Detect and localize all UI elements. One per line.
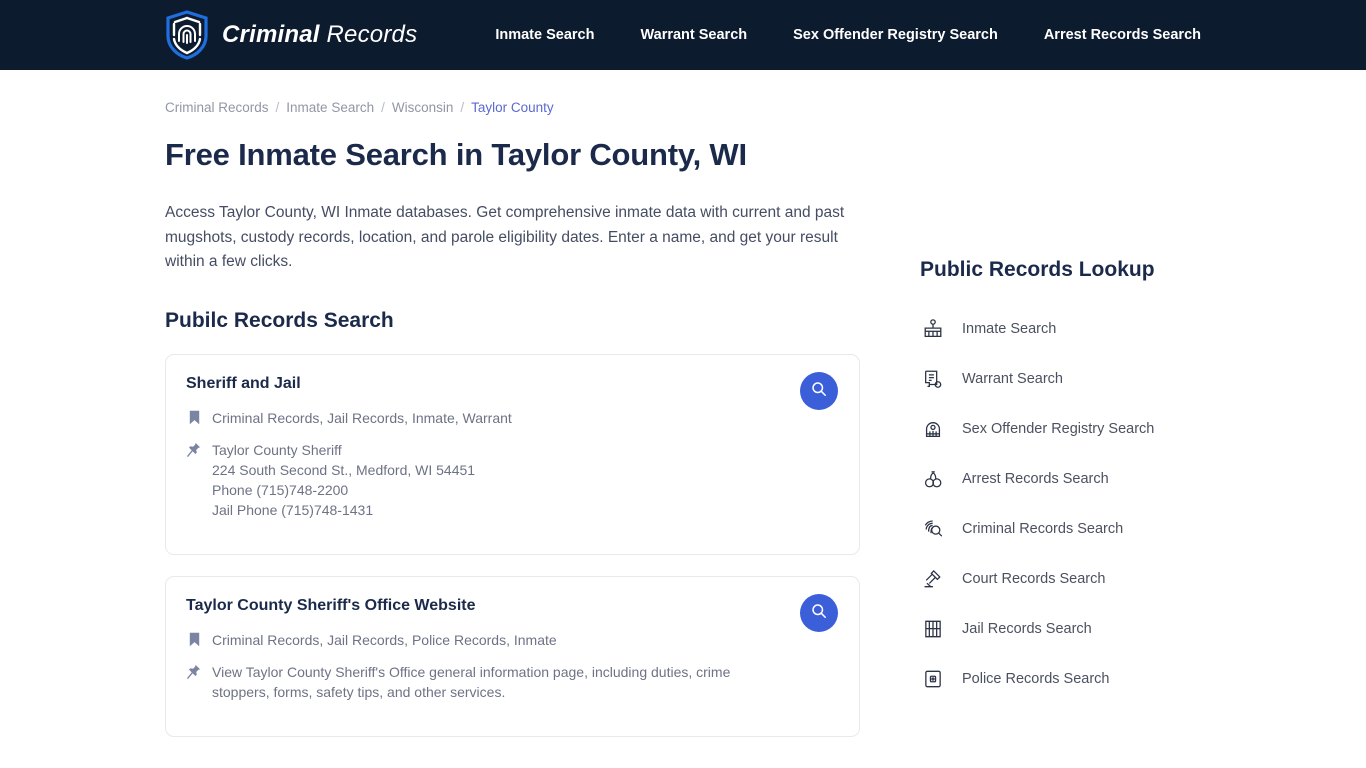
page-title: Free Inmate Search in Taylor County, WI: [165, 137, 747, 172]
sidebar-item-label: Police Records Search: [962, 671, 1110, 687]
card-title: Taylor County Sheriff's Office Website: [186, 596, 476, 614]
fingerprint-search-icon: [920, 516, 946, 542]
main-column: Criminal Records / Inmate Search / Wisco…: [165, 70, 860, 737]
breadcrumb-separator: /: [275, 100, 280, 115]
breadcrumb-separator: /: [460, 100, 465, 115]
sidebar-item-label: Sex Offender Registry Search: [962, 421, 1155, 437]
card-detail-line: 224 South Second St., Medford, WI 54451: [212, 461, 476, 478]
breadcrumb-separator: /: [381, 100, 385, 115]
sidebar-item-label: Inmate Search: [962, 321, 1057, 337]
card-detail-line: Jail Phone (715)748-1431: [212, 501, 374, 518]
handcuffs-icon: [920, 466, 946, 492]
card-tags-text: Criminal Records, Jail Records, Inmate, …: [212, 409, 512, 426]
sidebar-item-arrest-records-search[interactable]: Arrest Records Search: [920, 454, 1205, 504]
nav-item-arrest-records-search[interactable]: Arrest Records Search: [1044, 27, 1201, 43]
card-details-row: View Taylor County Sheriff's Office gene…: [186, 662, 837, 702]
search-icon: [811, 603, 827, 622]
card-search-button[interactable]: [800, 371, 838, 410]
card-details-row: Taylor County Sheriff 224 South Second S…: [186, 440, 837, 520]
breadcrumb-item-wisconsin[interactable]: Wisconsin: [392, 100, 454, 115]
brand-text-light: Records: [326, 21, 418, 48]
nav-item-sex-offender-registry-search[interactable]: Sex Offender Registry Search: [793, 27, 998, 43]
page-body: Criminal Records / Inmate Search / Wisco…: [0, 70, 1366, 737]
sidebar-item-police-records-search[interactable]: Police Records Search: [920, 654, 1205, 704]
intro-paragraph: Access Taylor County, WI Inmate database…: [165, 204, 845, 270]
police-badge-icon: [920, 666, 946, 692]
sidebar-item-label: Court Records Search: [962, 571, 1106, 587]
sidebar-item-inmate-search[interactable]: Inmate Search: [920, 304, 1205, 354]
bookmark-icon: [186, 630, 202, 649]
card-details-text: Taylor County Sheriff 224 South Second S…: [212, 440, 475, 520]
nav-item-inmate-search[interactable]: Inmate Search: [495, 27, 594, 43]
site-header: Criminal Records Inmate Search Warrant S…: [0, 0, 1366, 70]
breadcrumb-item-inmate-search[interactable]: Inmate Search: [286, 100, 374, 115]
sidebar-title: Public Records Lookup: [920, 258, 1155, 281]
sidebar: Public Records Lookup Inmate Search Warr…: [920, 70, 1205, 737]
bookmark-icon: [186, 408, 202, 427]
card-title: Sheriff and Jail: [186, 374, 301, 392]
sidebar-list: Inmate Search Warrant Search Sex Offende…: [920, 304, 1205, 704]
card-search-button[interactable]: [800, 593, 838, 632]
sidebar-item-jail-records-search[interactable]: Jail Records Search: [920, 604, 1205, 654]
shield-fingerprint-icon: [165, 10, 209, 60]
brand-text: Criminal Records: [222, 21, 417, 49]
nav-item-warrant-search[interactable]: Warrant Search: [640, 27, 747, 43]
card-details-text: View Taylor County Sheriff's Office gene…: [212, 663, 731, 700]
inmate-icon: [920, 316, 946, 342]
sidebar-item-label: Jail Records Search: [962, 621, 1092, 637]
gavel-icon: [920, 566, 946, 592]
card-tags-text: Criminal Records, Jail Records, Police R…: [212, 631, 557, 648]
sidebar-item-court-records-search[interactable]: Court Records Search: [920, 554, 1205, 604]
pin-icon: [186, 662, 202, 681]
card-tags-row: Criminal Records, Jail Records, Inmate, …: [186, 408, 837, 428]
warrant-document-icon: [920, 366, 946, 392]
card-detail-line: Phone (715)748-2200: [212, 481, 349, 498]
breadcrumb-item-taylor-county[interactable]: Taylor County: [471, 100, 554, 115]
breadcrumb: Criminal Records / Inmate Search / Wisco…: [165, 100, 860, 115]
jail-bars-icon: [920, 616, 946, 642]
sidebar-item-label: Warrant Search: [962, 371, 1063, 387]
sidebar-item-label: Criminal Records Search: [962, 521, 1124, 537]
brand-logo-link[interactable]: Criminal Records: [165, 10, 417, 60]
sidebar-item-warrant-search[interactable]: Warrant Search: [920, 354, 1205, 404]
card-detail-line: Taylor County Sheriff: [212, 441, 342, 458]
sidebar-item-criminal-records-search[interactable]: Criminal Records Search: [920, 504, 1205, 554]
search-icon: [811, 381, 827, 400]
sidebar-item-sex-offender-registry-search[interactable]: Sex Offender Registry Search: [920, 404, 1205, 454]
card-tags-row: Criminal Records, Jail Records, Police R…: [186, 630, 837, 650]
sidebar-item-label: Arrest Records Search: [962, 471, 1109, 487]
record-card[interactable]: Sheriff and Jail Criminal Records, Jail …: [165, 353, 860, 555]
main-nav: Inmate Search Warrant Search Sex Offende…: [495, 27, 1201, 43]
brand-text-strong: Criminal: [222, 21, 320, 48]
section-title-public-records-search: Pubilc Records Search: [165, 308, 394, 332]
pin-icon: [186, 440, 202, 459]
record-card[interactable]: Taylor County Sheriff's Office Website C…: [165, 575, 860, 737]
sex-offender-icon: [920, 416, 946, 442]
breadcrumb-item-criminal-records[interactable]: Criminal Records: [165, 100, 269, 115]
